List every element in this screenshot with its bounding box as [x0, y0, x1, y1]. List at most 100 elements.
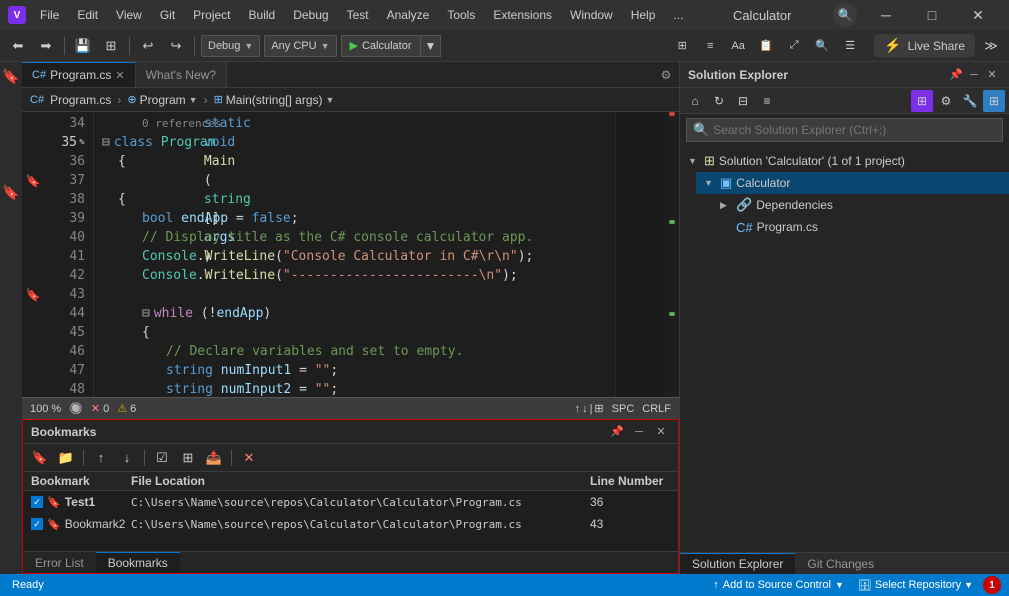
- spc-label[interactable]: SPC: [612, 403, 635, 415]
- bm-delete-button[interactable]: ✕: [238, 447, 260, 469]
- breadcrumb-namespace[interactable]: ⊕ Program ▼: [127, 93, 197, 107]
- notification-badge[interactable]: 1: [983, 576, 1001, 594]
- menu-tools[interactable]: Tools: [439, 6, 483, 24]
- menu-file[interactable]: File: [32, 6, 67, 24]
- sb-add-to-source[interactable]: ↑ Add to Source Control ▼: [709, 579, 848, 591]
- toolbar-extra-btn-2[interactable]: ≡: [698, 34, 722, 58]
- code-editor[interactable]: 0 references ⊟ class Program { ⊟ static …: [94, 112, 615, 397]
- tree-dependencies[interactable]: ▶ 🔗 Dependencies: [712, 194, 1009, 216]
- menu-git[interactable]: Git: [152, 6, 183, 24]
- col-file-location: File Location: [131, 474, 590, 488]
- se-toolbar-extra-1[interactable]: ⊞: [911, 90, 933, 112]
- minimize-button[interactable]: ─: [863, 0, 909, 30]
- se-toolbar-extra-4[interactable]: ⊞: [983, 90, 1005, 112]
- toolbar-extra-btn-3[interactable]: Aa: [726, 34, 750, 58]
- bm-folder-button[interactable]: 📁: [55, 447, 77, 469]
- sb-ready[interactable]: Ready: [8, 579, 48, 591]
- menu-analyze[interactable]: Analyze: [379, 6, 438, 24]
- bookmark-row-1[interactable]: ✓ 🔖 Test1 C:\Users\Name\source\repos\Cal…: [23, 491, 678, 513]
- breadcrumb-method[interactable]: ⊞ Main(string[] args) ▼: [214, 93, 335, 107]
- debug-config-dropdown[interactable]: Debug ▼: [201, 35, 260, 57]
- se-refresh-btn[interactable]: ↻: [708, 90, 730, 112]
- undo-button[interactable]: ↩: [136, 34, 160, 58]
- bookmark-bottom-icon[interactable]: 🔖: [1, 182, 21, 202]
- tree-program-cs[interactable]: ▶ C# Program.cs: [712, 216, 1009, 238]
- code-line-47: string numInput2 = "";: [94, 380, 615, 397]
- status-circle[interactable]: 🔘: [69, 402, 83, 415]
- run-button[interactable]: ▶ Calculator: [341, 35, 421, 57]
- zoom-level[interactable]: 100 %: [30, 403, 61, 415]
- crlf-label[interactable]: CRLF: [642, 403, 671, 415]
- forward-button[interactable]: ➡: [34, 34, 58, 58]
- search-toolbar-btn[interactable]: 🔍: [833, 3, 857, 27]
- scroll-up-btn[interactable]: ↑: [575, 402, 581, 415]
- menu-extensions[interactable]: Extensions: [485, 6, 560, 24]
- save-button[interactable]: 💾: [71, 34, 95, 58]
- bm-export-button[interactable]: 📤: [203, 447, 225, 469]
- menu-more[interactable]: ...: [665, 6, 691, 24]
- menu-debug[interactable]: Debug: [285, 6, 336, 24]
- tab-close-icon[interactable]: ✕: [115, 69, 124, 82]
- tab-program-cs[interactable]: C# Program.cs ✕: [22, 62, 136, 87]
- toolbar-overflow-button[interactable]: ≫: [979, 34, 1003, 58]
- bookmarks-minimize-button[interactable]: ─: [630, 423, 648, 441]
- live-share-button[interactable]: ⚡ Live Share: [874, 34, 975, 57]
- tab-error-list[interactable]: Error List: [23, 552, 96, 573]
- solution-explorer-search-box[interactable]: 🔍: [686, 118, 1003, 142]
- run-dropdown-arrow[interactable]: ▼: [421, 35, 442, 57]
- bm-new-button[interactable]: 🔖: [29, 447, 51, 469]
- editor-scrollbar[interactable]: [665, 112, 679, 397]
- solution-explorer-search-input[interactable]: [713, 123, 996, 137]
- se-toolbar-extra-3[interactable]: 🔧: [959, 90, 981, 112]
- se-close-button[interactable]: ✕: [983, 66, 1001, 84]
- se-minimize-button[interactable]: ─: [965, 66, 983, 84]
- bookmarks-pin-button[interactable]: 📌: [608, 423, 626, 441]
- cursor-btn[interactable]: ⊞: [594, 402, 603, 415]
- gutter-bookmark-36[interactable]: 🔖: [26, 171, 41, 190]
- bm-next-button[interactable]: ↓: [116, 447, 138, 469]
- tree-project-calculator[interactable]: ▼ ▣ Calculator: [696, 172, 1009, 194]
- fold-icon-3[interactable]: ⊟: [142, 304, 150, 323]
- toolbar-extra-btn-4[interactable]: 📋: [754, 34, 778, 58]
- menu-view[interactable]: View: [108, 6, 150, 24]
- se-tab-git-changes[interactable]: Git Changes: [795, 553, 886, 574]
- tab-whats-new[interactable]: What's New?: [136, 62, 227, 87]
- toolbar-extra-btn-1[interactable]: ⊞: [670, 34, 694, 58]
- se-collapse-btn[interactable]: ⊟: [732, 90, 754, 112]
- bm-disable-button[interactable]: ⊞: [177, 447, 199, 469]
- se-tab-solution-explorer[interactable]: Solution Explorer: [680, 553, 795, 574]
- error-count[interactable]: ✕ 0: [91, 402, 109, 415]
- bookmark-row-2[interactable]: ✓ 🔖 Bookmark2 C:\Users\Name\source\repos…: [23, 513, 678, 535]
- menu-window[interactable]: Window: [562, 6, 621, 24]
- se-filter-btn[interactable]: ≡: [756, 90, 778, 112]
- editor-minimap: [615, 112, 665, 397]
- editor-settings-button[interactable]: ⚙: [653, 62, 679, 87]
- menu-edit[interactable]: Edit: [69, 6, 106, 24]
- back-button[interactable]: ⬅: [6, 34, 30, 58]
- bm-enable-button[interactable]: ☑: [151, 447, 173, 469]
- tab-bookmarks[interactable]: Bookmarks: [96, 552, 180, 573]
- toolbar-extra-btn-5[interactable]: ⤢: [782, 34, 806, 58]
- se-pin-button[interactable]: 📌: [947, 66, 965, 84]
- save-all-button[interactable]: ⊞: [99, 34, 123, 58]
- menu-test[interactable]: Test: [339, 6, 377, 24]
- maximize-button[interactable]: □: [909, 0, 955, 30]
- sb-select-repo[interactable]: 🗄 Select Repository ▼: [854, 579, 977, 592]
- tree-solution[interactable]: ▼ ⊞ Solution 'Calculator' (1 of 1 projec…: [680, 150, 1009, 172]
- toolbar-extra-btn-7[interactable]: ☰: [838, 34, 862, 58]
- menu-build[interactable]: Build: [241, 6, 284, 24]
- menu-help[interactable]: Help: [623, 6, 664, 24]
- bm-prev-button[interactable]: ↑: [90, 447, 112, 469]
- toolbar-extra-btn-6[interactable]: 🔍: [810, 34, 834, 58]
- platform-dropdown[interactable]: Any CPU ▼: [264, 35, 336, 57]
- se-home-btn[interactable]: ⌂: [684, 90, 706, 112]
- bookmark-top-icon[interactable]: 🔖: [1, 66, 21, 86]
- menu-project[interactable]: Project: [185, 6, 238, 24]
- se-toolbar-extra-2[interactable]: ⚙: [935, 90, 957, 112]
- warning-count[interactable]: ⚠ 6: [117, 402, 136, 415]
- redo-button[interactable]: ↪: [164, 34, 188, 58]
- gutter-bookmark-43[interactable]: 🔖: [26, 285, 41, 304]
- close-button[interactable]: ✕: [955, 0, 1001, 30]
- bookmarks-close-button[interactable]: ✕: [652, 423, 670, 441]
- scroll-down-btn[interactable]: ↓: [582, 402, 588, 415]
